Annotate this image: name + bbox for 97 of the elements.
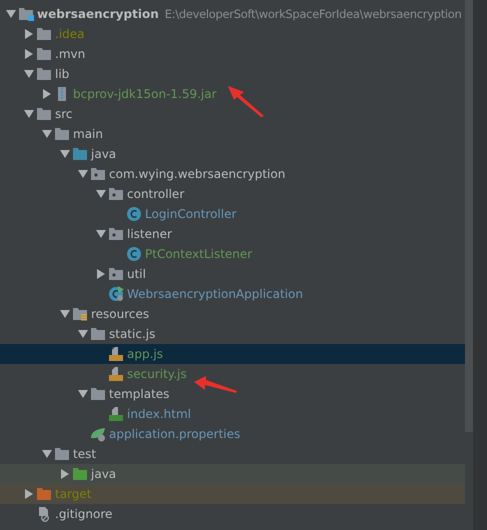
tree-item-label: app.js [127, 347, 163, 361]
folder-icon [36, 67, 52, 81]
expand-arrow-icon[interactable] [96, 230, 106, 238]
tree-item-label: resources [91, 307, 150, 321]
expand-arrow-icon[interactable] [42, 450, 52, 458]
expand-arrow-icon[interactable] [78, 390, 88, 398]
tree-item-label: .idea [55, 27, 85, 41]
ignored-file-icon [36, 506, 52, 522]
tree-row[interactable]: resources [0, 304, 465, 324]
tree-row[interactable]: main [0, 124, 465, 144]
tree-row[interactable]: listener [0, 224, 465, 244]
package-folder-icon [108, 267, 124, 281]
expand-arrow-icon[interactable] [6, 10, 16, 18]
tree-item-label: java [91, 467, 116, 481]
collapse-arrow-icon[interactable] [25, 489, 33, 499]
tree-row[interactable]: webrsaencryption E:\developerSoft\workSpaceForIdea\webrsaencryption [0, 4, 465, 24]
package-folder-icon [108, 187, 124, 201]
tree-item-label: listener [127, 227, 172, 241]
tree-item-label: util [127, 267, 146, 281]
run-class-icon [108, 286, 124, 302]
tree-item-label: test [73, 447, 96, 461]
folder-icon [36, 27, 52, 41]
package-folder-icon [108, 227, 124, 241]
tree-item-label: WebrsaencryptionApplication [127, 287, 303, 301]
tree-item-label: .mvn [55, 47, 86, 61]
tree-item-label: bcprov-jdk15on-1.59.jar [73, 87, 217, 101]
module-icon [18, 7, 34, 21]
scrollbar-thumb[interactable] [465, 0, 473, 432]
tree-item-label: lib [55, 67, 70, 81]
tree-row[interactable]: templates [0, 384, 465, 404]
tree-row[interactable]: .gitignore [0, 504, 465, 524]
folder-icon [36, 107, 52, 121]
collapse-arrow-icon[interactable] [43, 89, 51, 99]
expand-arrow-icon[interactable] [60, 150, 70, 158]
folder-icon [72, 147, 88, 161]
tree-item-label: controller [127, 187, 184, 201]
expand-arrow-icon[interactable] [78, 330, 88, 338]
resources-folder-icon [72, 307, 88, 321]
folder-icon [90, 387, 106, 401]
tree-row[interactable]: PtContextListener [0, 244, 465, 264]
tree-item-label: application.properties [109, 427, 240, 441]
tree-item-label: webrsaencryption [37, 7, 159, 21]
expand-arrow-icon[interactable] [24, 110, 34, 118]
tree-row[interactable]: static.js [0, 324, 465, 344]
folder-icon [54, 447, 70, 461]
tree-row[interactable]: java [0, 464, 465, 484]
tree-row[interactable]: lib [0, 64, 465, 84]
tree-row[interactable]: com.wying.webrsaencryption [0, 164, 465, 184]
tree-item-label: security.js [127, 367, 187, 381]
annotation-arrow [194, 376, 238, 394]
js-file-icon [108, 346, 124, 362]
html-file-icon [108, 406, 124, 422]
tree-row[interactable]: util [0, 264, 465, 284]
tree-row[interactable]: src [0, 104, 465, 124]
annotation-arrow [226, 84, 266, 118]
class-icon [126, 206, 142, 222]
tree-row[interactable]: WebrsaencryptionApplication [0, 284, 465, 304]
tree-item-label: main [73, 127, 103, 141]
project-path: E:\developerSoft\workSpaceForIdea\webrsaencryption [164, 7, 462, 21]
tree-item-label: target [55, 487, 92, 501]
tree-item-label: src [55, 107, 73, 121]
tree-row[interactable]: LoginController [0, 204, 465, 224]
folder-icon [72, 467, 88, 481]
tree-row[interactable]: controller [0, 184, 465, 204]
folder-icon [36, 487, 52, 501]
tree-item-label: LoginController [145, 207, 236, 221]
tree-item-label: java [91, 147, 116, 161]
expand-arrow-icon[interactable] [96, 190, 106, 198]
leaf-file-icon [90, 426, 106, 442]
tree-row[interactable]: index.html [0, 404, 465, 424]
expand-arrow-icon[interactable] [78, 170, 88, 178]
expand-arrow-icon[interactable] [42, 130, 52, 138]
tree-row[interactable]: .mvn [0, 44, 465, 64]
tree-item-label: index.html [127, 407, 191, 421]
tree-item-label: templates [109, 387, 170, 401]
js-file-icon [108, 366, 124, 382]
tree-row[interactable]: bcprov-jdk15on-1.59.jar [0, 84, 465, 104]
expand-arrow-icon[interactable] [24, 70, 34, 78]
class-icon [126, 246, 142, 262]
tree-item-label: PtContextListener [145, 247, 252, 261]
folder-icon [54, 127, 70, 141]
tree-row[interactable]: security.js [0, 364, 465, 384]
package-folder-icon [90, 167, 106, 181]
expand-arrow-icon[interactable] [60, 310, 70, 318]
folder-icon [36, 47, 52, 61]
collapse-arrow-icon[interactable] [61, 469, 69, 479]
collapse-arrow-icon[interactable] [25, 29, 33, 39]
tree-item-label: com.wying.webrsaencryption [109, 167, 286, 181]
folder-icon [90, 327, 106, 341]
tree-item-label: .gitignore [55, 507, 112, 521]
collapse-arrow-icon[interactable] [25, 49, 33, 59]
tree-row[interactable]: test [0, 444, 465, 464]
tree-item-label: static.js [109, 327, 156, 341]
tree-row[interactable]: java [0, 144, 465, 164]
tree-row[interactable]: application.properties [0, 424, 465, 444]
tree-row[interactable]: app.js [0, 344, 465, 364]
collapse-arrow-icon[interactable] [97, 269, 105, 279]
